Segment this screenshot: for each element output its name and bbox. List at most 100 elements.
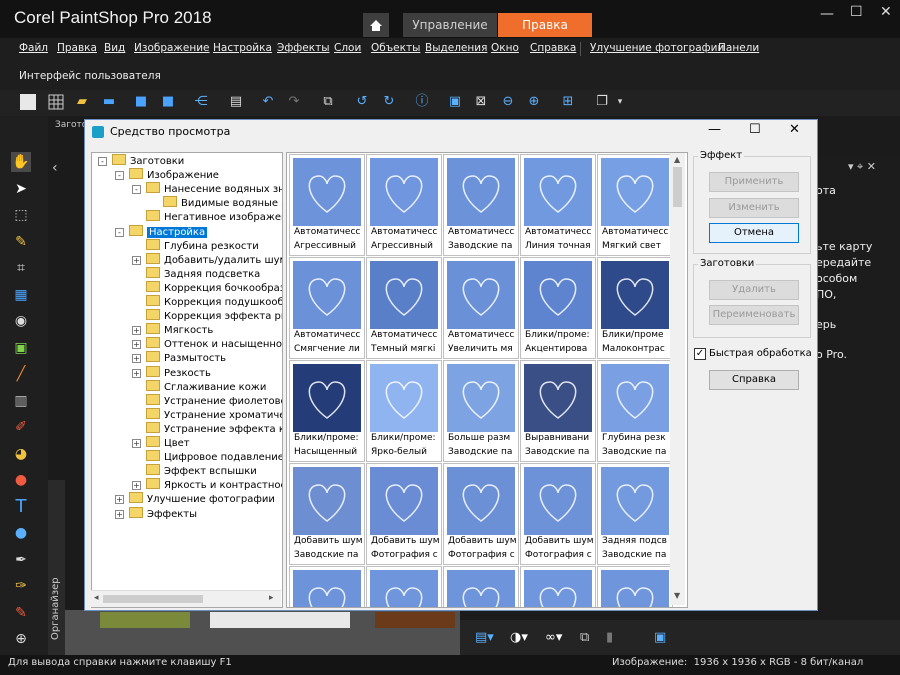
zoom-out-icon[interactable]: ⊖ bbox=[500, 94, 516, 110]
modify-button[interactable]: Изменить bbox=[709, 198, 799, 218]
crop-tool-icon[interactable]: ⌗ bbox=[11, 258, 31, 278]
organizer-thumb[interactable] bbox=[100, 612, 190, 628]
home-tab[interactable] bbox=[363, 13, 389, 37]
pan-tool-icon[interactable]: ✋ bbox=[11, 152, 31, 172]
delete-layer-icon[interactable]: ▮ bbox=[606, 630, 613, 645]
tree-item[interactable]: Оттенок и насыщенност bbox=[146, 337, 282, 351]
menu-effects[interactable]: Эффекты bbox=[277, 42, 330, 54]
tree-item[interactable]: Устранение хроматическ bbox=[146, 407, 282, 422]
delete-button[interactable]: Удалить bbox=[709, 280, 799, 300]
tree-item[interactable]: Коррекция подушкообра bbox=[146, 295, 282, 309]
tree-expander[interactable]: + bbox=[132, 439, 141, 448]
tree-item[interactable]: Добавить/удалить шум bbox=[146, 252, 282, 267]
tree-item[interactable]: Нанесение водяных знак bbox=[146, 182, 282, 196]
preset-thumbnail[interactable] bbox=[597, 566, 673, 607]
chevron-up-icon[interactable]: ▲ bbox=[674, 155, 680, 164]
undo-icon[interactable]: ↶ bbox=[260, 94, 276, 110]
preset-thumbnail[interactable]: Добавить шум Заводские па bbox=[289, 463, 365, 565]
tree-item[interactable]: Глубина резкости bbox=[146, 238, 259, 253]
picture-tube-icon[interactable]: ● bbox=[11, 470, 31, 490]
preset-thumbnail[interactable] bbox=[443, 566, 519, 607]
grid-icon[interactable] bbox=[48, 94, 64, 110]
actual-size-icon[interactable]: ▣ bbox=[447, 94, 463, 110]
edit-icon[interactable]: ▣ bbox=[654, 630, 666, 645]
tree-expander[interactable]: + bbox=[132, 368, 141, 378]
tree-item[interactable]: Резкость bbox=[146, 365, 211, 380]
tree-item[interactable]: Размытость bbox=[146, 351, 226, 365]
tree-item[interactable]: Заготовки bbox=[112, 154, 184, 168]
tab-manage[interactable]: Управление bbox=[403, 13, 497, 37]
share-icon[interactable]: ⋲ bbox=[193, 94, 209, 110]
preset-thumbnail[interactable]: Автоматичесс Увеличить мя bbox=[443, 257, 519, 359]
new-layer-icon[interactable]: ▤▾ bbox=[475, 630, 494, 645]
menu-panels[interactable]: Панели bbox=[718, 42, 759, 54]
text-tool-icon[interactable]: T bbox=[11, 497, 31, 517]
red-eye-tool-icon[interactable]: ◉ bbox=[11, 311, 31, 331]
tree-item[interactable]: Мягкость bbox=[146, 323, 213, 337]
cancel-button[interactable]: Отмена bbox=[709, 223, 799, 243]
group-icon[interactable]: ⧉ bbox=[580, 630, 589, 645]
chevron-down-icon[interactable]: ▾ bbox=[612, 94, 628, 110]
fill-tool-icon[interactable]: ◕ bbox=[11, 444, 31, 464]
tree-item[interactable]: Коррекция бочкообразн bbox=[146, 280, 282, 295]
preset-thumbnail[interactable]: Автоматичесс Смягчение ли bbox=[289, 257, 365, 359]
zoom-window-icon[interactable]: ⊞ bbox=[560, 94, 576, 110]
preset-thumbnail[interactable]: Блики/проме: Акцентирова bbox=[520, 257, 596, 359]
preset-thumbnail[interactable]: Автоматичесс Агрессивный bbox=[289, 154, 365, 256]
maximize-icon[interactable]: ☐ bbox=[850, 4, 863, 20]
preset-thumbnail[interactable]: Блики/проме Малоконтрас bbox=[597, 257, 673, 359]
menu-photo-enhance[interactable]: Улучшение фотографии bbox=[590, 42, 724, 54]
tree-item[interactable]: Цифровое подавление ш bbox=[146, 450, 282, 464]
preset-thumbnail[interactable]: Добавить шум Фотография с bbox=[366, 463, 442, 565]
tree-expander[interactable]: + bbox=[132, 340, 141, 350]
tree-expander[interactable]: - bbox=[115, 227, 124, 237]
info-icon[interactable]: ⓘ bbox=[414, 94, 430, 110]
pen-tool-icon[interactable]: ✒ bbox=[11, 550, 31, 570]
tree-item[interactable]: Задняя подсветка bbox=[146, 266, 260, 281]
preset-thumbnail[interactable]: Выравнивани Заводские па bbox=[520, 360, 596, 462]
shape-tool-icon[interactable]: ● bbox=[11, 523, 31, 543]
preset-thumbnail[interactable]: Автоматичесс Мягкий свет bbox=[597, 154, 673, 256]
new-file-icon[interactable] bbox=[20, 94, 36, 110]
preset-thumbnail[interactable]: Автоматичесс Заводские па bbox=[443, 154, 519, 256]
dropper-tool-icon[interactable]: ✎ bbox=[11, 232, 31, 252]
tree-expander[interactable]: - bbox=[98, 157, 107, 166]
straighten-tool-icon[interactable]: ▦ bbox=[11, 285, 31, 305]
tree-h-scrollbar[interactable]: ◂ ▸ bbox=[91, 590, 281, 607]
selection-tool-icon[interactable]: ⬚ bbox=[11, 205, 31, 225]
tree-item[interactable]: Видимые водяные зн bbox=[163, 196, 282, 210]
preset-thumbnail[interactable]: Добавить шум Фотография с bbox=[443, 463, 519, 565]
minimize-icon[interactable]: — bbox=[820, 6, 834, 22]
preset-thumbnail[interactable]: Добавить шум Фотография с bbox=[520, 463, 596, 565]
tree-expander[interactable]: + bbox=[132, 255, 141, 265]
panel-pin-icon[interactable]: ▾ ⌖ ✕ bbox=[848, 160, 876, 174]
scroll-thumb[interactable] bbox=[673, 167, 682, 207]
mask-eye-icon[interactable]: ∞▾ bbox=[545, 630, 562, 645]
tree-item[interactable]: Яркость и контрастност bbox=[146, 478, 282, 492]
menu-edit[interactable]: Правка bbox=[57, 42, 97, 54]
tree-expander[interactable]: + bbox=[115, 509, 124, 519]
mask-icon[interactable]: ◑▾ bbox=[510, 630, 528, 645]
organizer-thumb[interactable] bbox=[210, 612, 350, 628]
paste-icon[interactable]: ❐ bbox=[594, 94, 610, 110]
tree-item[interactable]: Эффект вспышки bbox=[146, 464, 257, 478]
preset-tree[interactable]: - Заготовки - Изображение - Нанесение водяных… bbox=[91, 152, 283, 608]
zoom-in-icon[interactable]: ⊕ bbox=[526, 94, 542, 110]
redo-icon[interactable]: ↷ bbox=[286, 94, 302, 110]
preset-thumbnail[interactable]: Блики/проме: Ярко-белый bbox=[366, 360, 442, 462]
rotate-left-icon[interactable]: ↺ bbox=[354, 94, 370, 110]
apply-button[interactable]: Применить bbox=[709, 172, 799, 192]
open-folder-icon[interactable]: ▰ bbox=[74, 94, 90, 110]
tree-item[interactable]: Устранение эффекта кра bbox=[146, 421, 282, 436]
preset-thumbnail[interactable] bbox=[289, 566, 365, 607]
menu-selections[interactable]: Выделения bbox=[425, 42, 487, 54]
quick-process-checkbox[interactable]: ✓ bbox=[694, 348, 706, 360]
close-icon[interactable]: ✕ bbox=[880, 4, 892, 20]
tab-edit[interactable]: Правка bbox=[498, 13, 592, 37]
dialog-maximize-icon[interactable]: ☐ bbox=[749, 122, 761, 137]
organizer-label[interactable]: Органайзер bbox=[50, 577, 61, 640]
tree-item[interactable]: Изображение bbox=[129, 168, 219, 182]
menu-layers[interactable]: Слои bbox=[334, 42, 361, 54]
tree-item[interactable]: Коррекция эффекта рыб bbox=[146, 309, 282, 323]
scanner-icon[interactable]: ▬ bbox=[101, 94, 117, 110]
